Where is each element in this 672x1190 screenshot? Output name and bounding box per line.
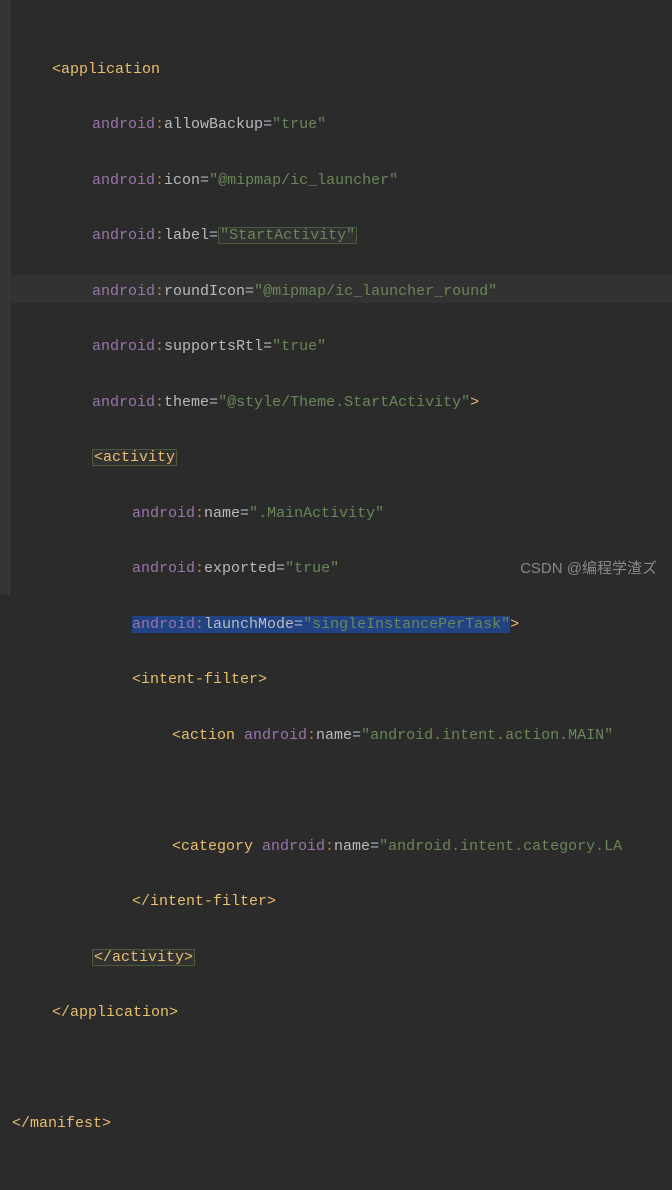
value: "true": [285, 560, 339, 577]
value: "true": [272, 338, 326, 355]
namespace: android: [262, 838, 325, 855]
value: ".MainActivity": [249, 505, 384, 522]
value: "android.intent.action.MAIN": [361, 727, 613, 744]
value: "@mipmap/ic_launcher": [209, 172, 398, 189]
category-tag: <category: [172, 838, 262, 855]
attribute: theme: [164, 394, 209, 411]
namespace: android: [92, 116, 155, 133]
namespace: android: [92, 227, 155, 244]
gutter: [0, 0, 10, 595]
bracket: >: [470, 394, 479, 411]
namespace: android: [92, 394, 155, 411]
namespace: android: [92, 172, 155, 189]
selected-text: android:launchMode="singleInstancePerTas…: [132, 616, 510, 633]
namespace: android: [132, 505, 195, 522]
value: "@style/Theme.StartActivity": [218, 394, 470, 411]
action-tag: <action: [172, 727, 244, 744]
value: "true": [272, 116, 326, 133]
attribute: name: [204, 505, 240, 522]
activity-tag-open: <activity: [92, 449, 177, 466]
namespace: android: [92, 338, 155, 355]
namespace: android: [132, 560, 195, 577]
namespace: android: [244, 727, 307, 744]
code-editor[interactable]: <application android:allowBackup="true" …: [0, 0, 672, 1190]
value: "android.intent.category.LA: [379, 838, 622, 855]
attribute: label: [164, 227, 209, 244]
activity-tag-close: </activity>: [92, 949, 195, 966]
namespace: android: [92, 283, 155, 300]
attribute: exported: [204, 560, 276, 577]
attribute: name: [334, 838, 370, 855]
bracket: >: [510, 616, 519, 633]
value: "@mipmap/ic_launcher_round": [254, 283, 497, 300]
tag-open: <application: [52, 61, 160, 78]
attribute: roundIcon: [164, 283, 245, 300]
manifest-close: </manifest>: [12, 1115, 111, 1132]
attribute: allowBackup: [164, 116, 263, 133]
application-close: </application>: [52, 1004, 178, 1021]
highlighted-value: "StartActivity": [218, 227, 357, 244]
attribute: supportsRtl: [164, 338, 263, 355]
intent-filter-open: <intent-filter>: [132, 671, 267, 688]
attribute: icon: [164, 172, 200, 189]
intent-filter-close: </intent-filter>: [132, 893, 276, 910]
attribute: name: [316, 727, 352, 744]
